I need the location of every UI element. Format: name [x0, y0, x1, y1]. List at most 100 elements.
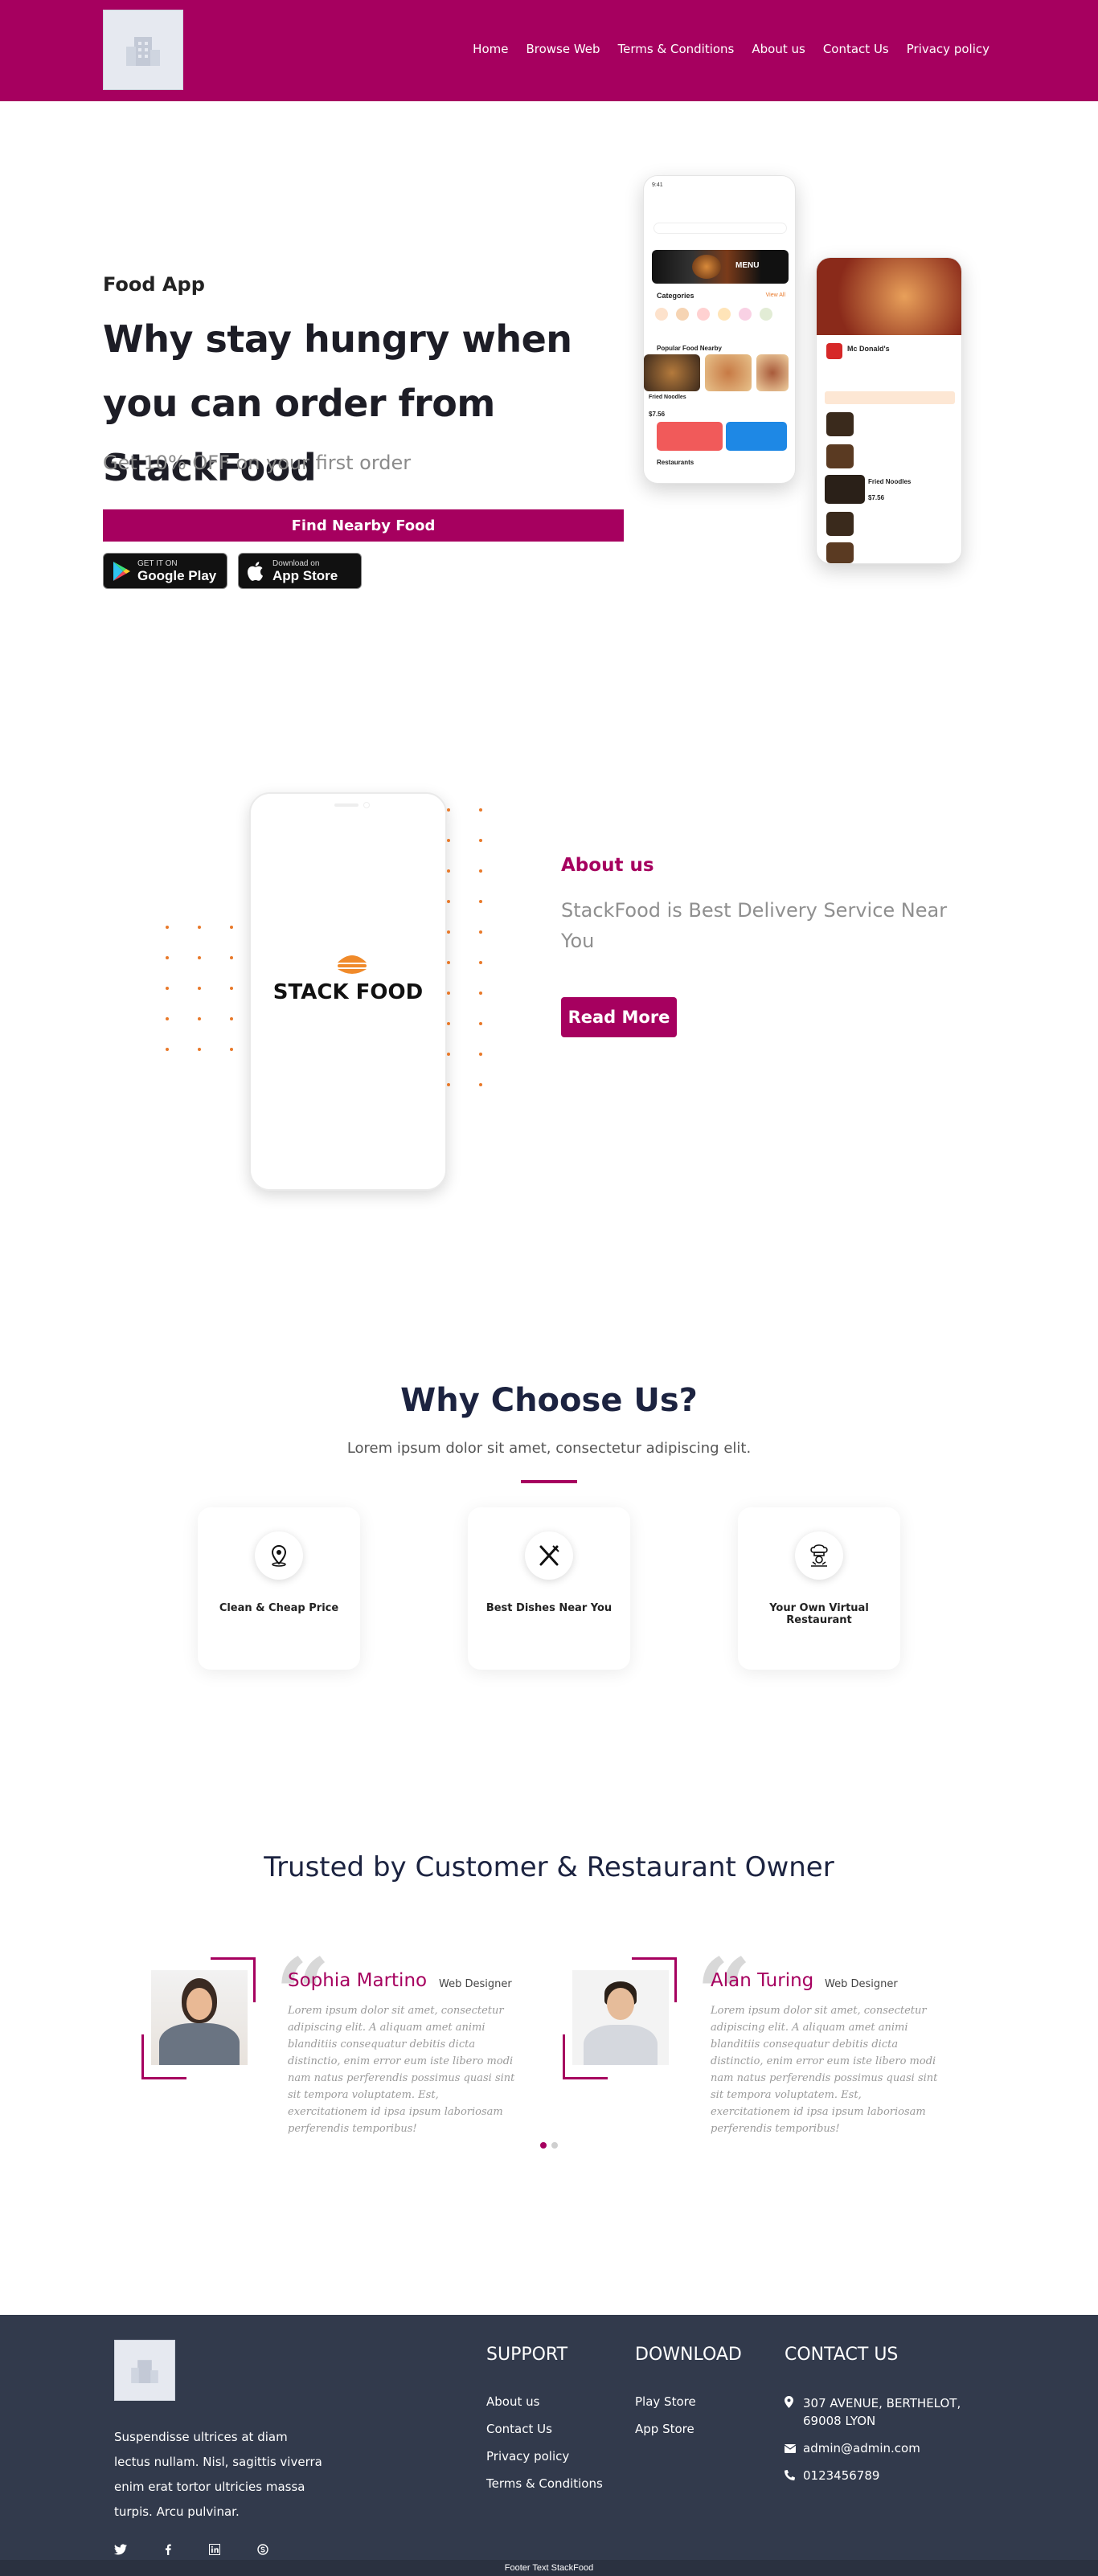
carousel-dot-active[interactable] [540, 2142, 547, 2149]
decorative-dot [479, 961, 482, 964]
facebook-icon[interactable] [164, 2544, 172, 2555]
decorative-dot [479, 900, 482, 903]
envelope-icon [785, 2444, 796, 2453]
location-pin-icon [255, 1531, 303, 1580]
building-icon [131, 2360, 158, 2383]
read-more-button[interactable]: Read More [561, 997, 677, 1037]
trusted-title: Trusted by Customer & Restaurant Owner [264, 1851, 834, 1883]
footer-link-app-store[interactable]: App Store [635, 2422, 694, 2436]
decorative-dot [479, 1053, 482, 1056]
twitter-icon[interactable] [114, 2544, 127, 2555]
decorative-dot [198, 987, 201, 990]
decorative-dot [230, 1017, 233, 1020]
app-store-label: App Store [272, 567, 338, 583]
feature-card-price: Clean & Cheap Price [198, 1507, 360, 1670]
nav-home[interactable]: Home [473, 42, 508, 56]
item-price-right: $7.56 [868, 494, 885, 501]
nav-privacy[interactable]: Privacy policy [907, 42, 989, 56]
map-marker-icon [785, 2396, 793, 2408]
footer-logo[interactable] [114, 2340, 175, 2401]
decorative-dot [166, 987, 169, 990]
decorative-dot [198, 926, 201, 929]
about-text: StackFood is Best Delivery Service Near … [561, 899, 948, 952]
popular-food-label: Popular Food Nearby [657, 345, 722, 352]
testimonial-2-role: Web Designer [825, 1978, 898, 1990]
decorative-dot [166, 1017, 169, 1020]
view-all-link[interactable]: View All [766, 292, 785, 298]
feature-card-dishes: Best Dishes Near You [468, 1507, 630, 1670]
decorative-dot [479, 808, 482, 812]
about-phone-mockup: STACK FOOD [249, 792, 447, 1191]
decorative-dot [447, 869, 450, 873]
item-name-left: Fried Noodles [649, 395, 686, 400]
item-price-left: $7.56 [649, 411, 666, 418]
footer-support-title: SUPPORT [486, 2345, 568, 2365]
linkedin-icon[interactable] [209, 2544, 220, 2555]
decorative-dot [447, 839, 450, 842]
footer-contact-title: CONTACT US [785, 2345, 899, 2365]
nav-about[interactable]: About us [752, 42, 805, 56]
about-brand: STACK FOOD [272, 980, 424, 1004]
footer-email[interactable]: admin@admin.com [803, 2441, 920, 2455]
app-store-small: Download on [272, 558, 320, 568]
burger-logo-icon [338, 955, 367, 974]
phone-mockup-home: 9:41 MENU Categories View All Popular Fo… [643, 175, 796, 484]
footer-link-terms[interactable]: Terms & Conditions [486, 2476, 603, 2491]
skype-icon[interactable] [257, 2544, 268, 2555]
restaurants-label: Restaurants [657, 459, 694, 466]
google-play-small: GET IT ON [137, 558, 178, 568]
testimonial-1-photo [141, 1957, 262, 2079]
site-logo[interactable] [103, 10, 183, 90]
decorative-dot [447, 1022, 450, 1025]
categories-label: Categories [657, 292, 694, 300]
decorative-dot [479, 869, 482, 873]
nav-terms[interactable]: Terms & Conditions [618, 42, 735, 56]
decorative-dot [166, 926, 169, 929]
decorative-dot [479, 1083, 482, 1086]
decorative-dot [230, 987, 233, 990]
decorative-dot [230, 1048, 233, 1051]
decorative-dot [447, 992, 450, 995]
footer-link-play-store[interactable]: Play Store [635, 2394, 696, 2409]
decorative-dot [447, 1083, 450, 1086]
decorative-dot [447, 1053, 450, 1056]
decorative-dot [230, 926, 233, 929]
why-divider [521, 1480, 577, 1483]
feature-label-restaurant: Your Own Virtual Restaurant [769, 1602, 869, 1626]
nav-browse-web[interactable]: Browse Web [526, 42, 600, 56]
phone-icon [785, 2470, 795, 2480]
footer-link-about[interactable]: About us [486, 2394, 539, 2409]
decorative-dot [479, 1022, 482, 1025]
app-store-button[interactable]: Download on App Store [238, 553, 362, 589]
chef-icon [795, 1531, 843, 1580]
decorative-dot [166, 1048, 169, 1051]
why-title: Why Choose Us? [400, 1382, 698, 1419]
testimonial-1-name: Sophia Martino [288, 1970, 428, 1991]
carousel-dot[interactable] [551, 2142, 558, 2149]
footer-link-privacy[interactable]: Privacy policy [486, 2449, 569, 2464]
decorative-dot [447, 930, 450, 934]
fork-knife-icon [525, 1531, 573, 1580]
google-play-icon [113, 561, 130, 581]
find-nearby-food-button[interactable]: Find Nearby Food [103, 509, 624, 542]
restaurant-name: Mc Donald's [847, 345, 890, 353]
building-icon [126, 37, 160, 66]
google-play-label: Google Play [137, 567, 217, 583]
main-nav: Home Browse Web Terms & Conditions About… [473, 42, 989, 56]
site-header: Home Browse Web Terms & Conditions About… [0, 0, 1098, 101]
decorative-dot [198, 956, 201, 959]
footer-download-title: DOWNLOAD [635, 2345, 742, 2365]
item-name-right: Fried Noodles [868, 478, 912, 485]
hero-kicker: Food App [103, 273, 205, 296]
apple-icon [248, 561, 263, 581]
testimonial-1-role: Web Designer [439, 1978, 512, 1990]
feature-label-dishes: Best Dishes Near You [485, 1602, 613, 1614]
google-play-button[interactable]: GET IT ON Google Play [103, 553, 227, 589]
nav-contact[interactable]: Contact Us [823, 42, 889, 56]
testimonial-1-text: Lorem ipsum dolor sit amet, consectetur … [288, 2005, 515, 2135]
footer-link-contact[interactable]: Contact Us [486, 2422, 552, 2436]
decorative-dot [447, 808, 450, 812]
footer-phone[interactable]: 0123456789 [803, 2468, 879, 2483]
footer-bottom-bar: Footer Text StackFood [0, 2560, 1098, 2576]
footer-about-text: Suspendisse ultrices at diam lectus null… [114, 2430, 322, 2519]
